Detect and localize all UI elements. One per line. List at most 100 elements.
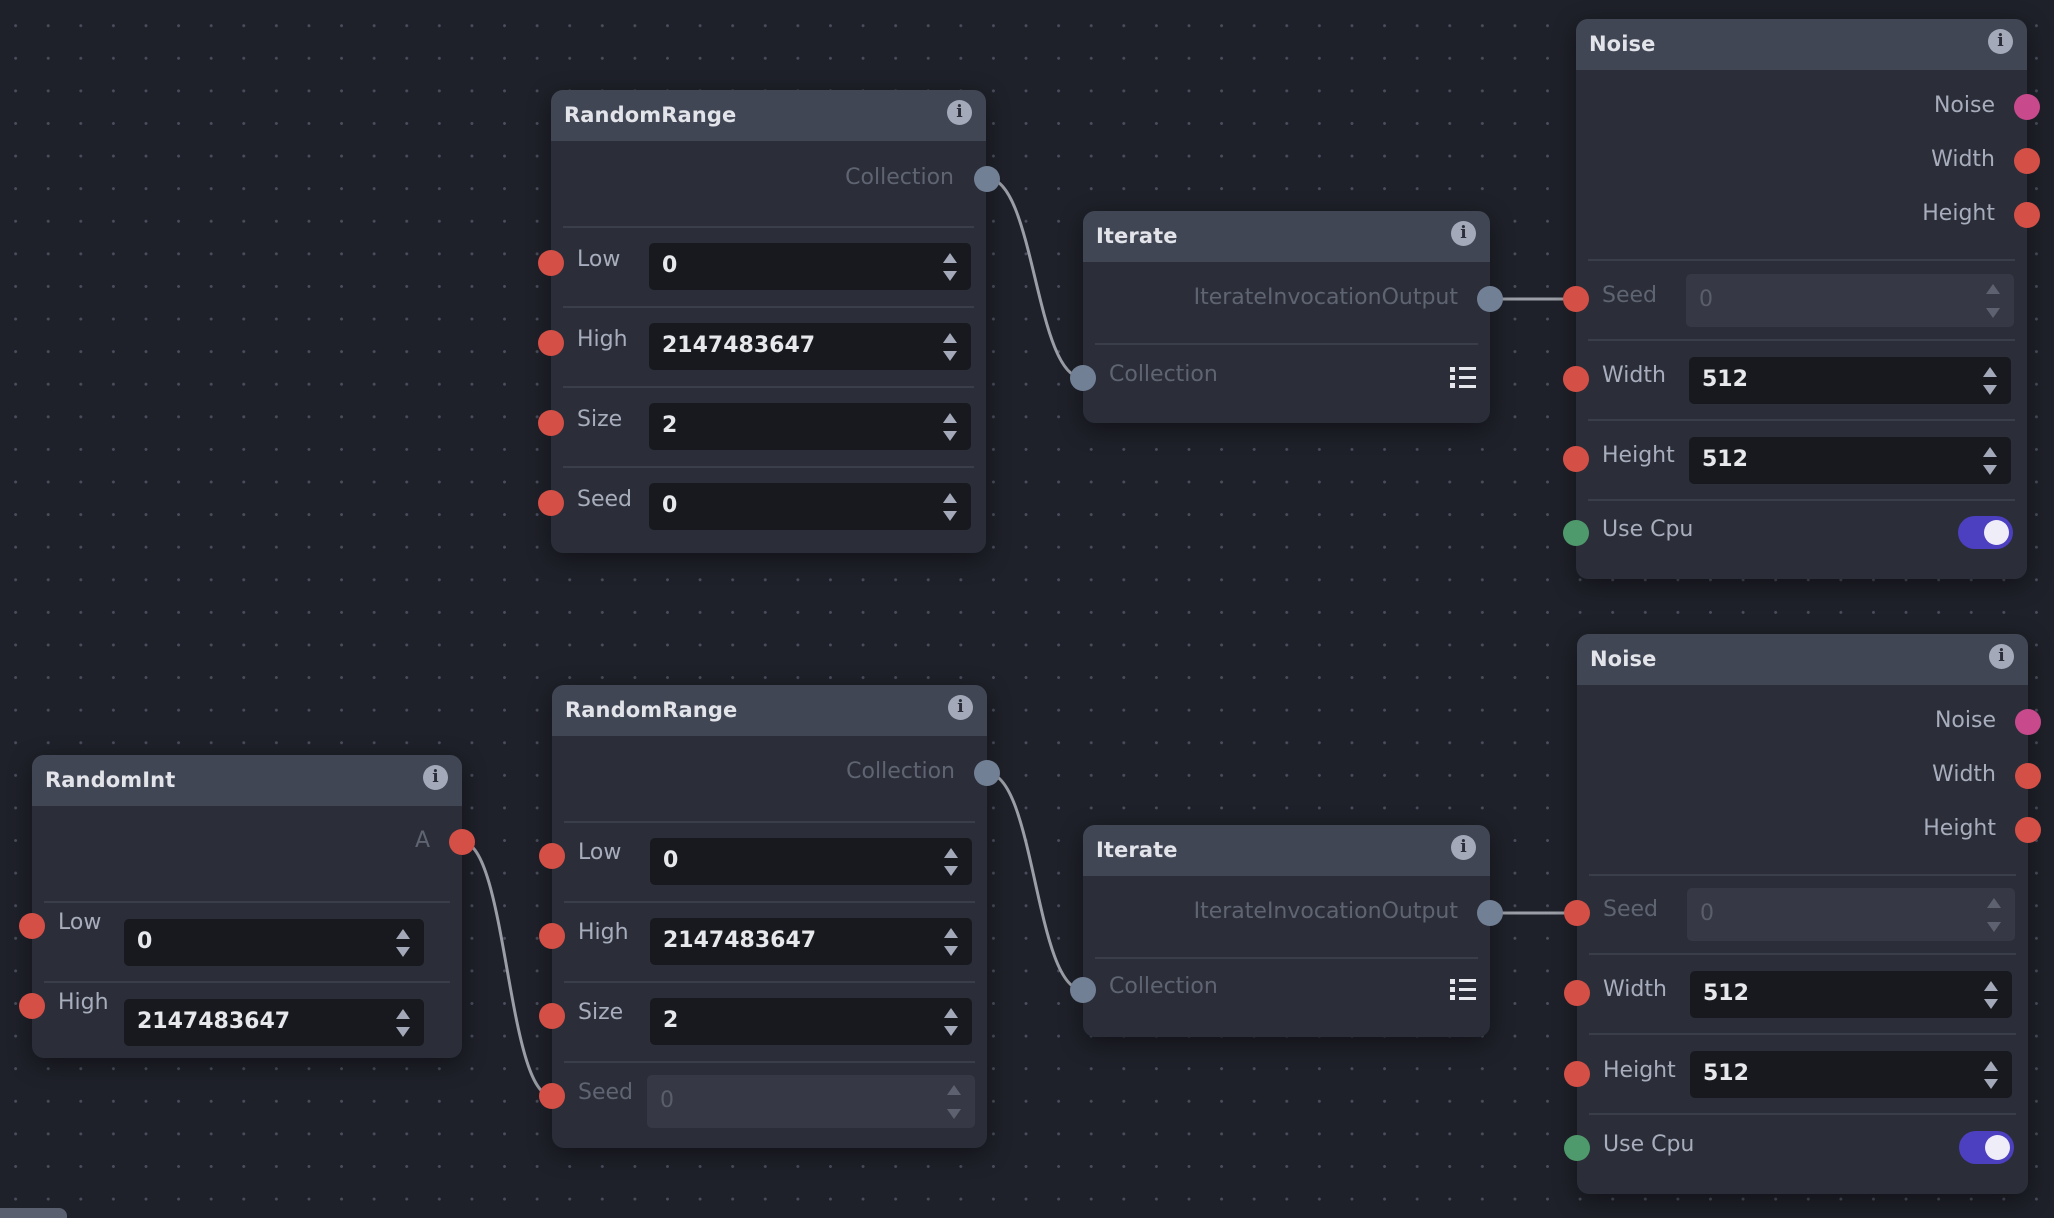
decrement-arrow-icon[interactable] [943, 511, 957, 521]
size-number-input[interactable]: 2 [650, 998, 972, 1045]
info-icon[interactable]: i [1988, 29, 2013, 54]
output-handle-noise[interactable] [2015, 709, 2041, 735]
input-handle-low[interactable] [19, 913, 45, 939]
increment-arrow-icon[interactable] [943, 493, 957, 503]
edge-randomint-to-randomrange2[interactable] [461, 840, 553, 1098]
node-header[interactable]: RandomInt i [32, 755, 462, 806]
node-header[interactable]: Noise i [1576, 19, 2027, 70]
low-number-input[interactable]: 0 [649, 243, 971, 290]
increment-arrow-icon[interactable] [396, 929, 410, 939]
input-handle-width[interactable] [1563, 366, 1589, 392]
output-handle-width[interactable] [2015, 763, 2041, 789]
node-iterate-1[interactable]: Iterate i IterateInvocationOutput Collec… [1070, 211, 1503, 423]
info-icon[interactable]: i [1451, 221, 1476, 246]
input-handle-width[interactable] [1564, 980, 1590, 1006]
low-number-input[interactable]: 0 [650, 838, 972, 885]
increment-arrow-icon[interactable] [1983, 447, 1997, 457]
edge-randomrange1-to-iterate1[interactable] [986, 176, 1084, 380]
increment-arrow-icon[interactable] [944, 848, 958, 858]
high-number-input[interactable]: 2147483647 [124, 999, 424, 1046]
decrement-arrow-icon[interactable] [944, 946, 958, 956]
increment-arrow-icon[interactable] [944, 1008, 958, 1018]
increment-arrow-icon[interactable] [1984, 981, 1998, 991]
height-number-input[interactable]: 512 [1690, 1051, 2012, 1098]
decrement-arrow-icon[interactable] [396, 1027, 410, 1037]
input-handle-high[interactable] [539, 923, 565, 949]
input-handle-seed[interactable] [538, 490, 564, 516]
increment-arrow-icon[interactable] [943, 333, 957, 343]
input-handle-size[interactable] [539, 1003, 565, 1029]
decrement-arrow-icon[interactable] [944, 866, 958, 876]
decrement-arrow-icon[interactable] [944, 1026, 958, 1036]
increment-arrow-icon[interactable] [943, 413, 957, 423]
output-handle-a[interactable] [449, 829, 475, 855]
output-handle-width[interactable] [2014, 148, 2040, 174]
increment-arrow-icon[interactable] [1984, 1061, 1998, 1071]
info-icon[interactable]: i [948, 695, 973, 720]
input-handle-height[interactable] [1564, 1061, 1590, 1087]
info-icon[interactable]: i [423, 765, 448, 790]
increment-arrow-icon[interactable] [943, 253, 957, 263]
node-random-range-1[interactable]: RandomRange i Collection Low 0 High 2147… [538, 90, 1000, 553]
node-random-int[interactable]: RandomInt i A Low 0 High 2147483647 [19, 755, 475, 1058]
node-iterate-2[interactable]: Iterate i IterateInvocationOutput Collec… [1070, 825, 1503, 1037]
input-handle-low[interactable] [538, 250, 564, 276]
input-handle-size[interactable] [538, 410, 564, 436]
node-header[interactable]: Iterate i [1083, 211, 1490, 262]
node-header[interactable]: Iterate i [1083, 825, 1490, 876]
seed-number-input[interactable]: 0 [649, 483, 971, 530]
increment-arrow-icon[interactable] [944, 928, 958, 938]
node-random-range-2[interactable]: RandomRange i Collection Low 0 High 2147… [539, 685, 1000, 1148]
input-handle-seed[interactable] [539, 1083, 565, 1109]
decrement-arrow-icon[interactable] [943, 351, 957, 361]
decrement-arrow-icon[interactable] [943, 431, 957, 441]
node-header[interactable]: RandomRange i [551, 90, 986, 141]
low-number-input[interactable]: 0 [124, 919, 424, 966]
node-header[interactable]: RandomRange i [552, 685, 987, 736]
decrement-arrow-icon[interactable] [1983, 465, 1997, 475]
decrement-arrow-icon[interactable] [1983, 385, 1997, 395]
input-handle-collection[interactable] [1070, 365, 1096, 391]
minimap-toggle-tab[interactable] [0, 1208, 67, 1218]
decrement-arrow-icon[interactable] [396, 947, 410, 957]
high-number-input[interactable]: 2147483647 [649, 323, 971, 370]
use-cpu-toggle[interactable] [1958, 516, 2013, 549]
output-handle-iterate-invocation-output[interactable] [1477, 286, 1503, 312]
high-number-input[interactable]: 2147483647 [650, 918, 972, 965]
output-handle-collection[interactable] [974, 760, 1000, 786]
input-handle-collection[interactable] [1070, 977, 1096, 1003]
size-number-input[interactable]: 2 [649, 403, 971, 450]
node-noise-1[interactable]: Noise i Noise Width Height Seed 0 Width … [1563, 19, 2040, 579]
input-handle-use-cpu[interactable] [1564, 1135, 1590, 1161]
decrement-arrow-icon[interactable] [943, 271, 957, 281]
width-number-input[interactable]: 512 [1689, 357, 2011, 404]
height-number-input[interactable]: 512 [1689, 437, 2011, 484]
decrement-arrow-icon[interactable] [1984, 999, 1998, 1009]
info-icon[interactable]: i [947, 100, 972, 125]
input-handle-seed[interactable] [1563, 286, 1589, 312]
output-handle-height[interactable] [2014, 202, 2040, 228]
info-icon[interactable]: i [1989, 644, 2014, 669]
increment-arrow-icon[interactable] [396, 1009, 410, 1019]
node-noise-2[interactable]: Noise i Noise Width Height Seed 0 Width … [1564, 634, 2041, 1194]
decrement-arrow-icon[interactable] [1984, 1079, 1998, 1089]
output-handle-collection[interactable] [974, 166, 1000, 192]
divider [563, 466, 974, 468]
width-number-input[interactable]: 512 [1690, 971, 2012, 1018]
output-handle-iterate-invocation-output[interactable] [1477, 900, 1503, 926]
input-handle-high[interactable] [19, 993, 45, 1019]
node-header[interactable]: Noise i [1577, 634, 2028, 685]
seed-number-input: 0 [1686, 274, 2014, 327]
input-handle-use-cpu[interactable] [1563, 520, 1589, 546]
input-handle-seed[interactable] [1564, 900, 1590, 926]
increment-arrow-icon[interactable] [1983, 367, 1997, 377]
output-handle-noise[interactable] [2014, 94, 2040, 120]
input-handle-height[interactable] [1563, 446, 1589, 472]
edge-randomrange2-to-iterate2[interactable] [986, 771, 1084, 992]
info-icon[interactable]: i [1451, 835, 1476, 860]
input-label-seed: Seed [577, 487, 632, 512]
output-handle-height[interactable] [2015, 817, 2041, 843]
input-handle-low[interactable] [539, 843, 565, 869]
input-handle-high[interactable] [538, 330, 564, 356]
use-cpu-toggle[interactable] [1959, 1131, 2014, 1164]
